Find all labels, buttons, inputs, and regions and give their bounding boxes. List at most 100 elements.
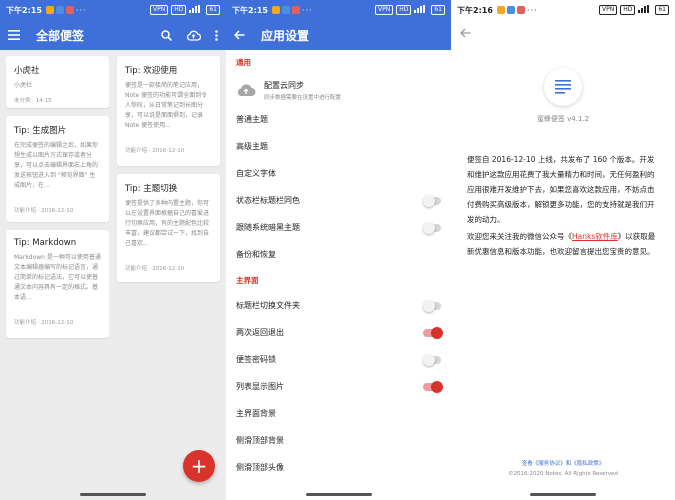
about-paragraph: 便签自 2016-12-10 上线，共发布了 160 个版本。开发和维护这款应用… bbox=[467, 155, 655, 224]
note-card[interactable]: Tip: 欢迎使用 便签是一款极简的笔记应用，Note 便签的功能可谓全面到令人… bbox=[117, 56, 220, 166]
app-notification-icon bbox=[45, 6, 54, 14]
toggle-knob bbox=[423, 221, 435, 234]
more-notifications-icon: ··· bbox=[301, 5, 313, 15]
hd-badge: HD bbox=[396, 5, 412, 15]
toggle-knob bbox=[431, 380, 443, 393]
status-time: 下午2:15 bbox=[232, 5, 268, 15]
double-back-exit-toggle[interactable] bbox=[423, 326, 443, 339]
note-card[interactable]: Tip: 生成图片 在完成便签的编辑之后，如果你想生成以图片方式保存或者分享，可… bbox=[6, 116, 109, 222]
app-notification-icon bbox=[281, 6, 290, 14]
note-title: 小虎社 bbox=[14, 66, 40, 76]
terms-of-service-link[interactable]: 《服务协议》 bbox=[533, 461, 566, 467]
cloud-icon bbox=[236, 83, 256, 97]
battery-icon: 61 bbox=[431, 5, 445, 15]
note-preview: 便签提供了多种内置主题，你可以在设置界面根据自己的喜爱进行切换应用，有的主题配色… bbox=[125, 200, 210, 247]
back-arrow-icon[interactable] bbox=[234, 30, 245, 40]
signal-icon bbox=[414, 5, 428, 15]
home-indicator[interactable] bbox=[305, 493, 372, 496]
app-notification-icon bbox=[496, 6, 505, 14]
toggle-knob bbox=[423, 353, 435, 366]
settings-item-drawer-avatar[interactable]: 侧滑顶部头像 bbox=[226, 454, 451, 481]
settings-item-double-back-exit[interactable]: 两次返回退出 bbox=[226, 319, 451, 346]
about-description: 便签自 2016-12-10 上线，共发布了 160 个版本。开发和维护这款应用… bbox=[467, 152, 661, 261]
status-bar: 下午2:15 ··· VPN HD 61 bbox=[0, 0, 226, 20]
note-meta: 功能介绍 · 2016-12-10 bbox=[125, 266, 185, 272]
note-card[interactable]: Tip: 主题切换 便签提供了多种内置主题，你可以在设置界面根据自己的喜爱进行切… bbox=[117, 174, 220, 282]
settings-item-label: 侧滑顶部背景 bbox=[236, 436, 284, 445]
status-bar: 下午2:15 ··· VPN HD 61 bbox=[226, 0, 451, 20]
signal-icon bbox=[638, 5, 652, 15]
privacy-policy-link[interactable]: 《隐私政策》 bbox=[571, 461, 604, 467]
section-header-main: 主界面 bbox=[236, 275, 259, 285]
settings-item-main-background[interactable]: 主界面背景 bbox=[226, 400, 451, 427]
settings-item-label: 自定义字体 bbox=[236, 169, 276, 178]
app-notification-icon bbox=[506, 6, 515, 14]
about-footer: 查看《服务协议》和《隐私政策》 ©2016-2020 Notes. All Ri… bbox=[451, 459, 675, 479]
note-title: Tip: 主题切换 bbox=[125, 184, 178, 194]
app-version: 蜜蜂便签 v4.1.2 bbox=[536, 115, 590, 123]
settings-item-normal-theme[interactable]: 普通主题 bbox=[226, 106, 451, 133]
settings-item-drawer-background[interactable]: 侧滑顶部背景 bbox=[226, 427, 451, 454]
vpn-badge: VPN bbox=[150, 5, 169, 15]
note-card[interactable]: 小虎社 小虎社 未分类 · 14:15 bbox=[6, 56, 109, 108]
settings-item-titlebar-folder[interactable]: 标题栏切换文件夹 bbox=[226, 292, 451, 319]
notes-app-bar: 全部便签 bbox=[0, 20, 226, 50]
settings-item-follow-dark-theme[interactable]: 跟随系统暗黑主题 bbox=[226, 214, 451, 241]
signal-icon bbox=[189, 5, 203, 15]
settings-item-advanced-theme[interactable]: 高级主题 bbox=[226, 133, 451, 160]
list-images-toggle[interactable] bbox=[423, 380, 443, 393]
note-title: Tip: 生成图片 bbox=[14, 126, 67, 136]
settings-app-bar: 应用设置 bbox=[226, 20, 451, 50]
follow-dark-theme-toggle[interactable] bbox=[423, 221, 441, 234]
section-header-general: 通用 bbox=[236, 57, 251, 67]
settings-item-label: 侧滑顶部头像 bbox=[236, 463, 284, 472]
titlebar-folder-toggle[interactable] bbox=[423, 299, 441, 312]
settings-item-password-lock[interactable]: 便签密码锁 bbox=[226, 346, 451, 373]
settings-item-list-images[interactable]: 列表显示图片 bbox=[226, 373, 451, 400]
notes-list-screen: 下午2:15 ··· VPN HD 61 全部便签 小虎社 小虎社 未分类 · … bbox=[0, 0, 226, 500]
battery-icon: 61 bbox=[655, 5, 669, 15]
wechat-account-link[interactable]: Hanks软件库 bbox=[572, 232, 618, 241]
settings-item-custom-font[interactable]: 自定义字体 bbox=[226, 160, 451, 187]
settings-item-label: 状态栏标题栏同色 bbox=[236, 196, 300, 205]
app-notification-icon bbox=[55, 6, 64, 14]
hd-badge: HD bbox=[171, 5, 187, 15]
menu-icon[interactable] bbox=[8, 30, 20, 40]
notes-column-right: Tip: 欢迎使用 便签是一款极简的笔记应用，Note 便签的功能可谓全面到令人… bbox=[117, 56, 220, 290]
search-icon[interactable] bbox=[161, 29, 172, 41]
notes-logo-icon bbox=[555, 80, 571, 94]
note-meta: 功能介绍 · 2016-12-10 bbox=[125, 148, 185, 154]
note-card[interactable]: Tip: Markdown Markdown 是一种可以使用普通文本编辑器编写的… bbox=[6, 230, 109, 338]
statusbar-color-toggle[interactable] bbox=[423, 194, 441, 207]
app-notification-icon bbox=[516, 6, 525, 14]
settings-item-backup-restore[interactable]: 备份和恢复 bbox=[226, 241, 451, 268]
settings-item-label: 高级主题 bbox=[236, 142, 268, 151]
about-paragraph: 欢迎您来关注我的微信公众号《Hanks软件库》以获取最新优惠信息和版本功能，也欢… bbox=[467, 229, 661, 259]
note-title: Tip: Markdown bbox=[14, 238, 77, 248]
legal-links: 查看《服务协议》和《隐私政策》 bbox=[451, 459, 675, 469]
cloud-sync-icon[interactable] bbox=[186, 30, 201, 41]
note-meta: 功能介绍 · 2016-12-10 bbox=[14, 208, 74, 214]
app-notification-icon bbox=[65, 6, 74, 14]
vpn-badge: VPN bbox=[599, 5, 618, 15]
add-note-button[interactable]: + bbox=[183, 450, 215, 482]
more-vert-icon[interactable] bbox=[215, 29, 218, 41]
footer-prefix: 查看 bbox=[521, 461, 533, 467]
settings-item-cloud-sync[interactable]: 配置云同步 同步数据需要在设置中进行配置 bbox=[226, 74, 451, 106]
settings-item-label: 备份和恢复 bbox=[236, 250, 276, 259]
status-bar: 下午2:16 ··· VPN HD 61 bbox=[451, 0, 675, 20]
settings-item-label: 普通主题 bbox=[236, 115, 268, 124]
settings-item-label: 标题栏切换文件夹 bbox=[236, 301, 300, 310]
notes-column-left: 小虎社 小虎社 未分类 · 14:15 Tip: 生成图片 在完成便签的编辑之后… bbox=[6, 56, 109, 346]
password-lock-toggle[interactable] bbox=[423, 353, 441, 366]
settings-item-statusbar-color[interactable]: 状态栏标题栏同色 bbox=[226, 187, 451, 214]
home-indicator[interactable] bbox=[530, 493, 596, 496]
note-preview: Markdown 是一种可以使用普通文本编辑器编写的标记语言，通过简单的标记语法… bbox=[14, 254, 101, 301]
more-notifications-icon: ··· bbox=[75, 5, 87, 15]
back-arrow-icon[interactable] bbox=[460, 28, 471, 38]
home-indicator[interactable] bbox=[80, 493, 146, 496]
copyright: ©2016-2020 Notes. All Rights Reserved bbox=[508, 471, 618, 477]
status-time: 下午2:15 bbox=[6, 5, 42, 15]
status-time: 下午2:16 bbox=[457, 5, 493, 15]
settings-item-label: 跟随系统暗黑主题 bbox=[236, 223, 300, 232]
